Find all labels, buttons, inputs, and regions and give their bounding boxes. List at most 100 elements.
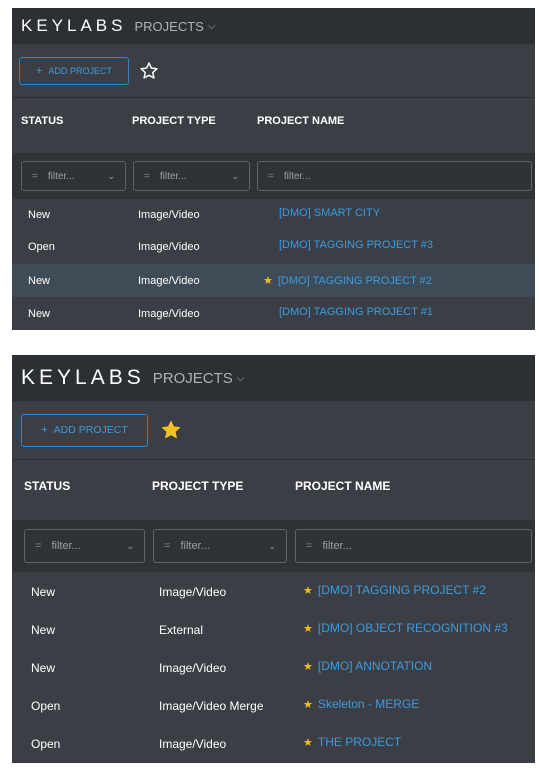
row-type: Image/Video [159,661,227,675]
type-filter-placeholder: filter... [159,170,187,182]
type-filter-placeholder: filter... [180,540,210,552]
chevron-down-icon: ⌵ [207,20,216,32]
row-status: New [31,661,56,675]
row-type: External [159,623,204,637]
column-header-status[interactable]: STATUS [21,115,63,127]
table-row[interactable]: New Image/Video ★ [DMO] TAGGING PROJECT #… [12,572,535,610]
project-link[interactable]: [DMO] TAGGING PROJECT #3 [279,239,433,251]
plus-icon: + [41,424,48,436]
table-row-selected[interactable]: New Image/Video ★ [DMO] TAGGING PROJECT #… [12,264,535,297]
projects-menu[interactable]: PROJECTS ⌵ [153,370,245,387]
project-link[interactable]: ★ [DMO] OBJECT RECOGNITION #3 [303,621,508,635]
equals-icon: = [144,170,150,182]
row-type: Image/Video [138,308,200,320]
type-filter-select[interactable]: = filter... ⌄ [133,161,250,191]
add-project-label: ADD PROJECT [48,65,112,76]
column-header-project-name[interactable]: PROJECT NAME [257,115,344,127]
row-type: Image/Video [138,275,200,287]
project-name: Skeleton - MERGE [317,697,420,711]
brand-logo[interactable]: KEYLABS [21,16,127,36]
projects-panel-top: KEYLABS PROJECTS ⌵ + ADD PROJECT STATUS … [12,8,535,330]
column-header-project-type[interactable]: PROJECT TYPE [132,115,216,127]
row-type: Image/Video [159,737,227,751]
project-name: [DMO] ANNOTATION [317,659,433,673]
table-header: STATUS PROJECT TYPE PROJECT NAME [12,98,535,153]
add-project-button[interactable]: + ADD PROJECT [21,413,148,447]
chevron-down-icon: ⌄ [231,170,239,181]
project-link[interactable]: ★ [DMO] TAGGING PROJECT #2 [303,583,486,597]
row-status: Open [31,699,61,713]
favorites-toggle[interactable] [139,61,159,81]
row-status: New [28,275,51,287]
column-header-project-name[interactable]: PROJECT NAME [295,479,390,493]
status-filter-select[interactable]: = filter... ⌄ [21,161,126,191]
equals-icon: = [32,170,38,182]
table-header: STATUS PROJECT TYPE PROJECT NAME [12,460,535,520]
chevron-down-icon: ⌵ [236,372,245,384]
row-type: Image/Video [159,585,227,599]
row-type: Image/Video Merge [159,699,264,713]
row-status: Open [28,241,55,253]
star-filled-icon [161,420,181,439]
equals-icon: = [35,540,42,552]
table-row[interactable]: New External ★ [DMO] OBJECT RECOGNITION #… [12,610,535,648]
filter-row: = filter... ⌄ = filter... ⌄ = filter... [12,153,535,199]
table-row[interactable]: New Image/Video [DMO] SMART CITY [12,199,535,231]
projects-panel-bottom: KEYLABS PROJECTS ⌵ + ADD PROJECT STATUS … [12,355,535,763]
project-link[interactable]: ★ [DMO] TAGGING PROJECT #2 [263,274,432,288]
row-type: Image/Video [138,241,200,253]
project-link[interactable]: [DMO] SMART CITY [279,207,380,219]
column-header-project-type[interactable]: PROJECT TYPE [152,479,243,493]
brand-logo[interactable]: KEYLABS [21,366,145,390]
favorite-star-icon[interactable]: ★ [303,736,313,749]
favorites-toggle[interactable] [160,419,182,441]
row-status: New [31,623,56,637]
projects-menu-label: PROJECTS [152,369,233,387]
name-filter-input[interactable]: = filter... [295,529,532,563]
project-name: [DMO] TAGGING PROJECT #2 [317,583,486,597]
table-row[interactable]: New Image/Video ★ [DMO] ANNOTATION [12,648,535,686]
column-header-status[interactable]: STATUS [24,479,70,493]
row-status: New [31,585,56,599]
top-navbar: KEYLABS PROJECTS ⌵ [12,355,535,401]
project-link[interactable]: [DMO] TAGGING PROJECT #1 [279,306,433,318]
toolbar: + ADD PROJECT [12,44,535,98]
row-type: Image/Video [138,209,200,221]
status-filter-placeholder: filter... [51,540,81,552]
projects-menu[interactable]: PROJECTS ⌵ [135,19,216,34]
project-link[interactable]: ★ Skeleton - MERGE [303,697,419,711]
name-filter-placeholder: filter... [322,540,352,552]
projects-menu-label: PROJECTS [134,18,204,34]
row-status: New [28,308,51,320]
status-filter-select[interactable]: = filter... ⌄ [24,529,145,563]
star-outline-icon [140,61,158,79]
favorite-star-icon[interactable]: ★ [303,660,313,673]
top-navbar: KEYLABS PROJECTS ⌵ [12,8,535,44]
table-row[interactable]: New Image/Video [DMO] TAGGING PROJECT #1 [12,297,535,330]
favorite-star-icon[interactable]: ★ [303,622,313,635]
plus-icon: + [36,64,43,77]
project-name: [DMO] SMART CITY [279,207,381,219]
table-row[interactable]: Open Image/Video Merge ★ Skeleton - MERGE [12,686,535,724]
add-project-button[interactable]: + ADD PROJECT [19,56,129,85]
project-name: THE PROJECT [317,735,402,749]
equals-icon: = [268,170,274,182]
equals-icon: = [164,540,171,552]
filter-row: = filter... ⌄ = filter... ⌄ = filter... [12,520,535,572]
favorite-star-icon[interactable]: ★ [303,698,313,711]
chevron-down-icon: ⌄ [126,540,134,551]
chevron-down-icon: ⌄ [107,170,115,181]
project-name: [DMO] TAGGING PROJECT #1 [279,306,434,318]
table-row[interactable]: Open Image/Video ★ THE PROJECT [12,724,535,762]
project-link[interactable]: ★ THE PROJECT [303,735,401,749]
row-status: Open [31,737,61,751]
type-filter-select[interactable]: = filter... ⌄ [153,529,287,563]
favorite-star-icon[interactable]: ★ [303,584,313,597]
table-row[interactable]: Open Image/Video [DMO] TAGGING PROJECT #… [12,231,535,263]
favorite-star-icon[interactable]: ★ [263,274,273,287]
name-filter-input[interactable]: = filter... [257,161,532,191]
project-name: [DMO] OBJECT RECOGNITION #3 [317,621,508,635]
toolbar: + ADD PROJECT [12,401,535,460]
project-link[interactable]: ★ [DMO] ANNOTATION [303,659,432,673]
equals-icon: = [306,540,313,552]
